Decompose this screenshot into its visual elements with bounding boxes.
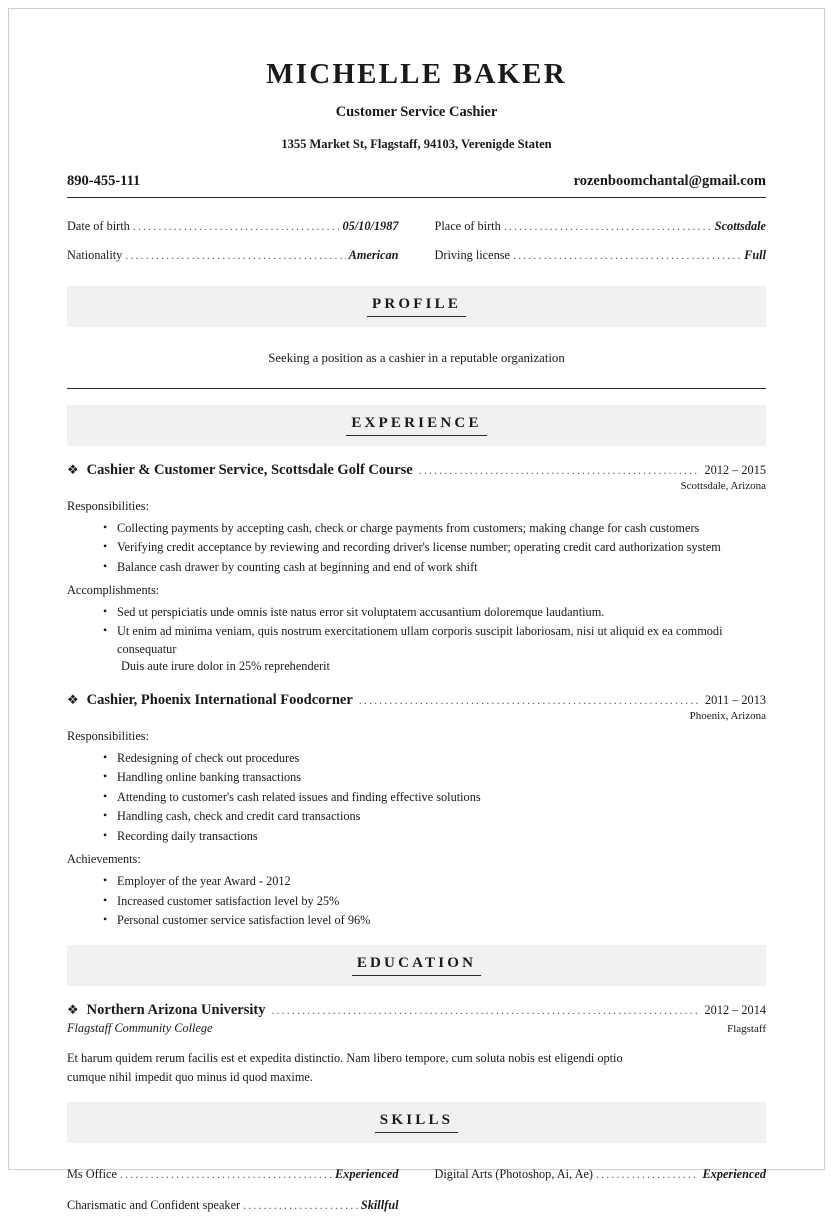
skill-row: Ms Office ..............................…	[67, 1159, 399, 1189]
diamond-bullet-icon: ❖	[67, 461, 79, 477]
experience-group-label: Accomplishments:	[67, 583, 160, 598]
email-address[interactable]: rozenboomchantal@gmail.com	[574, 173, 766, 190]
detail-value: American	[348, 247, 399, 262]
detail-value: Full	[744, 247, 766, 262]
education-subtitle: Flagstaff Community College	[67, 1021, 213, 1036]
skill-label: Ms Office	[67, 1167, 117, 1182]
diamond-bullet-icon: ❖	[67, 1002, 79, 1018]
list-item: Balance cash drawer by counting cash at …	[103, 558, 766, 576]
dot-leader: ........................................…	[512, 247, 742, 262]
list-item: Personal customer service satisfaction l…	[103, 911, 766, 929]
personal-details-left-column: Date of birth ..........................…	[67, 212, 417, 270]
dot-leader: ........................................…	[119, 1167, 332, 1182]
experience-accomplishments-list: Sed ut perspiciatis unde omnis iste natu…	[67, 603, 766, 676]
experience-responsibilities-list: Collecting payments by accepting cash, c…	[67, 519, 766, 576]
detail-label: Date of birth	[67, 218, 130, 233]
personal-details: Date of birth ..........................…	[67, 212, 766, 270]
dot-leader: ........................................…	[596, 1167, 699, 1182]
list-item: Increased customer satisfaction level by…	[103, 892, 766, 910]
list-item: Collecting payments by accepting cash, c…	[103, 519, 766, 537]
dot-leader: ........................................…	[271, 1003, 699, 1018]
profile-text: Seeking a position as a cashier in a rep…	[268, 350, 565, 365]
phone-number[interactable]: 890-455-111	[67, 173, 140, 190]
education-title: Northern Arizona University	[86, 1002, 266, 1019]
dot-leader: ........................................…	[125, 247, 345, 262]
detail-row-date-of-birth: Date of birth ..........................…	[67, 212, 399, 241]
header-divider	[67, 196, 766, 198]
section-title-profile: PROFILE	[366, 296, 467, 317]
section-title-experience: EXPERIENCE	[346, 415, 487, 436]
experience-date: 2011 – 2013	[704, 692, 766, 707]
page-title: MICHELLE BAKER	[266, 58, 567, 90]
education-entry: ❖ Northern Arizona University ..........…	[67, 1002, 766, 1086]
dot-leader: ........................................…	[243, 1197, 358, 1212]
dot-leader: ........................................…	[132, 218, 340, 233]
section-title-skills: SKILLS	[374, 1112, 459, 1134]
detail-label: Place of birth	[434, 218, 501, 233]
skill-level: Experienced	[334, 1167, 399, 1182]
section-title-education: EDUCATION	[351, 955, 482, 977]
experience-achievements-list: Employer of the year Award - 2012 Increa…	[67, 872, 766, 929]
experience-group-label: Achievements:	[67, 852, 141, 867]
list-item: Recording daily transactions	[103, 827, 766, 845]
experience-location: Phoenix, Arizona	[689, 709, 766, 722]
header-job-title: Customer Service Cashier	[335, 103, 498, 120]
detail-value: Scottsdale	[714, 218, 766, 233]
experience-title: Cashier, Phoenix International Foodcorne…	[86, 691, 353, 708]
experience-group-label: Responsibilities:	[67, 728, 149, 743]
skill-label: Digital Arts (Photoshop, Ai, Ae)	[434, 1167, 594, 1182]
list-item: Verifying credit acceptance by reviewing…	[103, 538, 766, 556]
section-band-experience: EXPERIENCE	[67, 404, 766, 446]
skill-level: Experienced	[702, 1167, 766, 1182]
experience-title: Cashier & Customer Service, Scottsdale G…	[86, 461, 413, 478]
section-band-education: EDUCATION	[67, 945, 766, 987]
experience-entry-header: ❖ Cashier & Customer Service, Scottsdale…	[67, 462, 766, 479]
list-item: Sed ut perspiciatis unde omnis iste natu…	[103, 603, 766, 621]
skill-row: Digital Arts (Photoshop, Ai, Ae) .......…	[435, 1159, 767, 1189]
list-item-text: Ut enim ad minima veniam, quis nostrum e…	[117, 624, 723, 656]
list-item-continuation: Duis aute irure dolor in 25% reprehender…	[121, 659, 330, 674]
experience-entry: ❖ Cashier, Phoenix International Foodcor…	[67, 692, 766, 930]
personal-details-right-column: Place of birth .........................…	[417, 212, 767, 270]
experience-date: 2012 – 2015	[704, 462, 766, 477]
detail-label: Driving license	[434, 247, 510, 262]
list-item: Employer of the year Award - 2012	[103, 872, 766, 890]
detail-row-place-of-birth: Place of birth .........................…	[435, 212, 767, 241]
list-item: Handling online banking transactions	[103, 768, 766, 786]
resume-page: MICHELLE BAKER Customer Service Cashier …	[8, 8, 825, 1212]
list-item: Handling cash, check and credit card tra…	[103, 807, 766, 825]
section-band-profile: PROFILE	[67, 285, 766, 327]
education-description: Et harum quidem rerum facilis est et exp…	[67, 1051, 623, 1084]
skills-right-column: Digital Arts (Photoshop, Ai, Ae) .......…	[417, 1159, 767, 1220]
detail-row-nationality: Nationality ............................…	[67, 241, 399, 270]
experience-entry-header: ❖ Cashier, Phoenix International Foodcor…	[67, 692, 766, 709]
profile-divider	[67, 387, 766, 389]
detail-value: 05/10/1987	[342, 218, 399, 233]
dot-leader: ........................................…	[503, 218, 712, 233]
header-address: 1355 Market St, Flagstaff, 94103, Vereni…	[281, 136, 552, 151]
dot-leader: ........................................…	[358, 692, 699, 707]
skills-list: Ms Office ..............................…	[67, 1159, 766, 1220]
education-date: 2012 – 2014	[704, 1003, 766, 1018]
contact-row: 890-455-111 rozenboomchantal@gmail.com	[67, 173, 766, 190]
experience-responsibilities-list: Redesigning of check out procedures Hand…	[67, 749, 766, 845]
education-entry-header: ❖ Northern Arizona University ..........…	[67, 1002, 766, 1019]
list-item: Attending to customer's cash related iss…	[103, 788, 766, 806]
list-item: Redesigning of check out procedures	[103, 749, 766, 767]
experience-entry: ❖ Cashier & Customer Service, Scottsdale…	[67, 462, 766, 676]
section-band-skills: SKILLS	[67, 1102, 766, 1144]
experience-group-label: Responsibilities:	[67, 498, 149, 513]
experience-location: Scottsdale, Arizona	[680, 479, 766, 492]
list-item: Ut enim ad minima veniam, quis nostrum e…	[103, 622, 766, 675]
diamond-bullet-icon: ❖	[67, 691, 79, 707]
detail-label: Nationality	[67, 247, 123, 262]
dot-leader: ........................................…	[418, 462, 699, 477]
skills-left-column: Ms Office ..............................…	[67, 1159, 417, 1220]
detail-row-driving-license: Driving license ........................…	[435, 241, 767, 270]
skill-label: Charismatic and Confident speaker	[67, 1197, 241, 1212]
skill-row: Charismatic and Confident speaker ......…	[67, 1190, 399, 1220]
education-location: Flagstaff	[727, 1023, 766, 1036]
skill-level: Skillful	[360, 1197, 399, 1212]
